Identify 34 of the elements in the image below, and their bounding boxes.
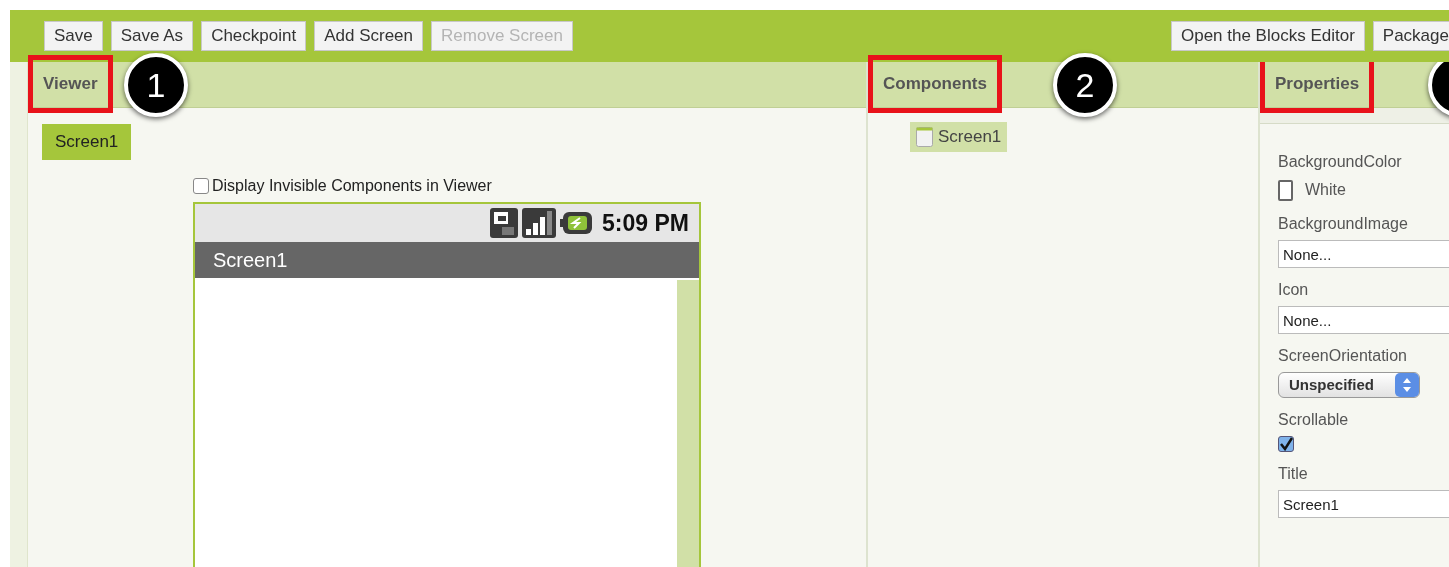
callout-badge: 2 <box>1053 53 1117 117</box>
signal-icon <box>522 208 557 238</box>
input-field[interactable]: None... <box>1278 240 1449 268</box>
input-field[interactable]: Screen1 <box>1278 490 1449 518</box>
property-label: BackgroundImage <box>1278 214 1409 234</box>
screen-title-bar: Screen1 <box>195 242 699 278</box>
toolbar-button[interactable]: Save As <box>110 21 194 51</box>
checkbox[interactable] <box>1278 436 1294 452</box>
property-label: ScreenOrientation <box>1278 346 1408 366</box>
toolbar-button[interactable]: Add Screen <box>314 21 424 51</box>
battery-icon <box>560 212 593 234</box>
toolbar-button[interactable]: Checkpoint <box>201 21 307 51</box>
property-label: Scrollable <box>1278 410 1350 430</box>
toolbar-button[interactable]: Save <box>44 21 103 51</box>
color-value: White <box>1305 180 1346 200</box>
clock-text: 5:09 PM <box>602 208 689 238</box>
toolbar-button[interactable]: Open the Blocks Editor <box>1170 21 1365 51</box>
dropdown[interactable]: Unspecified <box>1278 372 1420 398</box>
tree-item[interactable]: Screen1 <box>910 122 1008 152</box>
property-label: BackgroundColor <box>1278 152 1403 172</box>
input-field[interactable]: None... <box>1278 306 1449 334</box>
network-icon <box>490 208 519 238</box>
checkbox[interactable] <box>193 178 209 194</box>
color-swatch[interactable] <box>1278 179 1293 201</box>
screen-tab[interactable]: Screen1 <box>42 124 132 160</box>
panel-title: Components <box>868 54 1002 113</box>
stepper-icon <box>1395 373 1419 397</box>
callout-badge: 1 <box>124 53 188 117</box>
property-label: Icon <box>1278 280 1310 300</box>
property-label: Title <box>1278 464 1309 484</box>
screen-icon <box>916 127 933 147</box>
checkbox-label: Display Invisible Components in Viewer <box>212 176 492 196</box>
toolbar-button[interactable]: Package <box>1372 21 1449 51</box>
panel-title: Viewer <box>28 54 113 113</box>
